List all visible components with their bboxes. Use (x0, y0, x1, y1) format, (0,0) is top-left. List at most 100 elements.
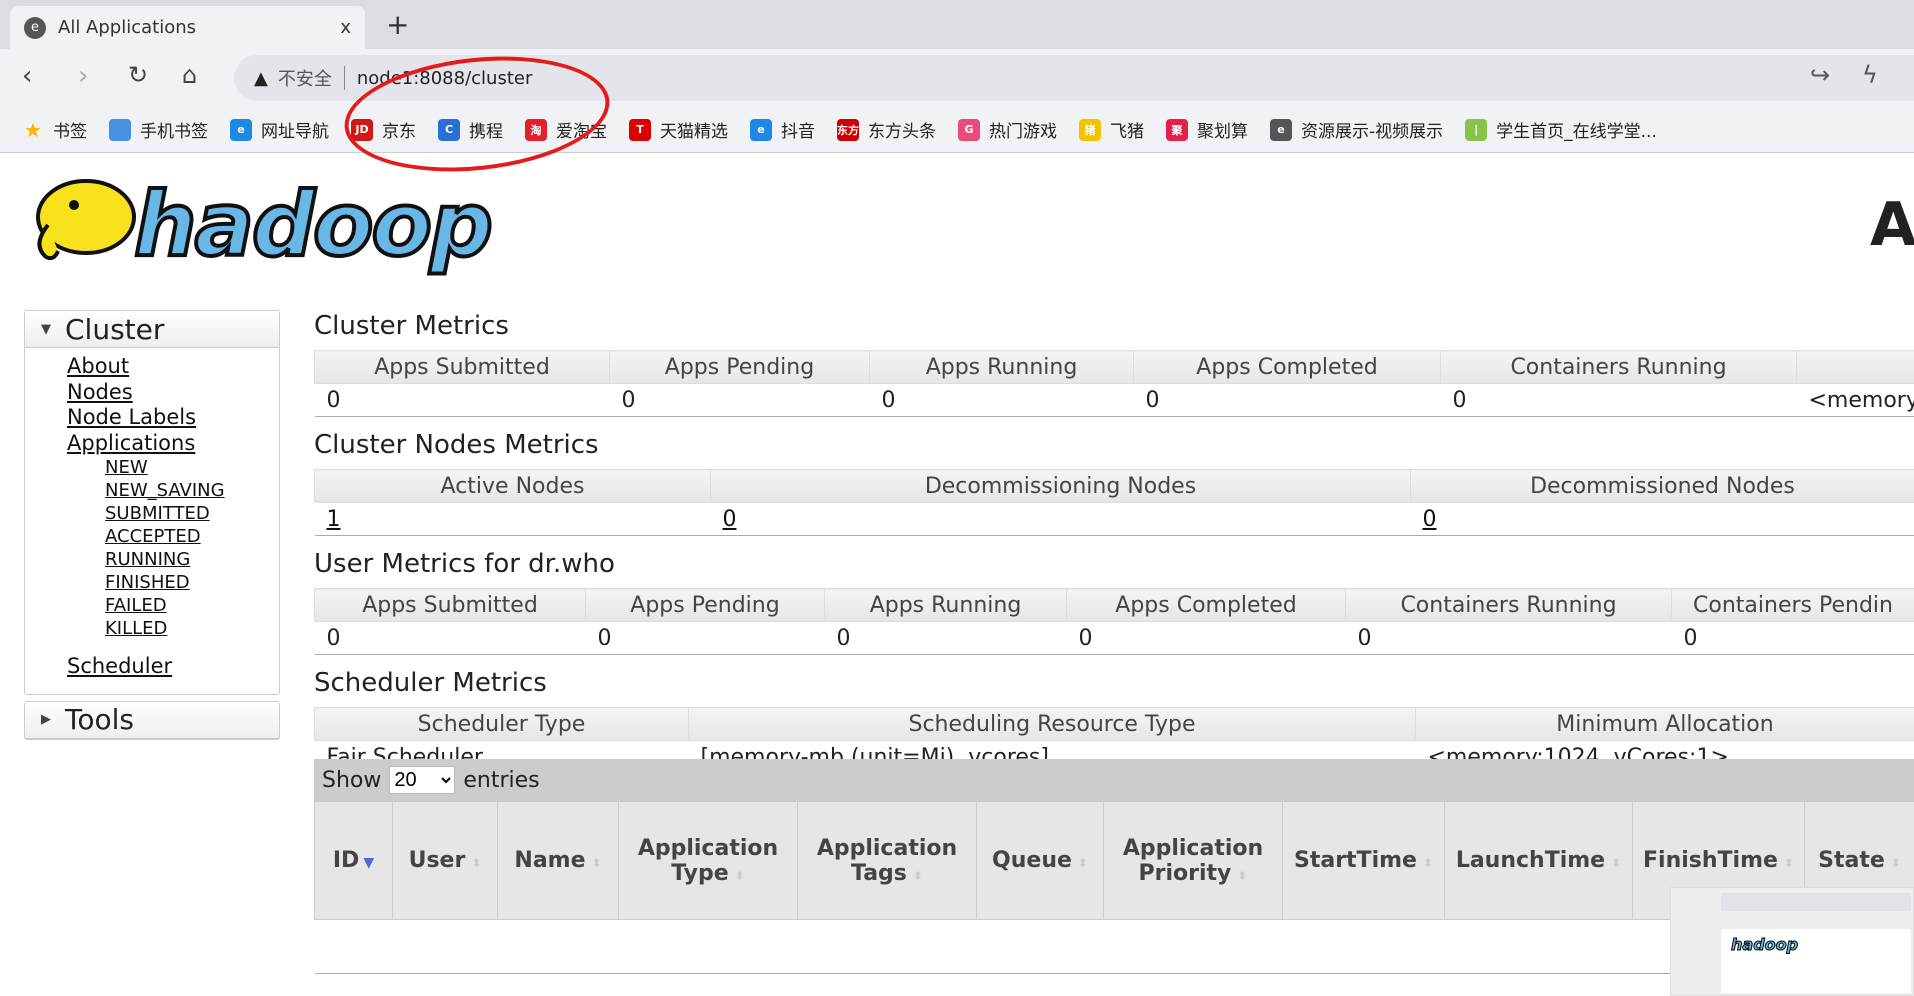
value-row: 1 0 0 (314, 502, 1914, 536)
column-header: Containers Running (1440, 350, 1797, 384)
metrics-table: Active Nodes Decommissioning Nodes Decommi… (314, 469, 1914, 536)
sidebar-state-running[interactable]: RUNNING (105, 548, 279, 571)
empty-cell (1103, 919, 1283, 974)
column-header: Containers Pendin (1671, 588, 1914, 622)
column-header: Apps Running (869, 350, 1134, 384)
new-tab-button[interactable]: + (386, 8, 409, 41)
thumbnail-logo: hadoop (1731, 935, 1799, 955)
column-header-starttime[interactable]: StartTime ⬍ (1282, 801, 1445, 920)
share-icon[interactable]: ↪ (1810, 61, 1830, 89)
reload-icon[interactable]: ↻ (128, 61, 148, 89)
header-row: Active Nodes Decommissioning Nodes Decommi… (314, 469, 1914, 503)
sidebar-state-killed[interactable]: KILLED (105, 617, 279, 640)
bookmark-item[interactable]: 猪飞猪 (1079, 117, 1144, 142)
sidebar-link-applications[interactable]: Applications (67, 431, 279, 457)
bookmark-item[interactable]: 聚聚划算 (1166, 117, 1248, 142)
column-header: Decommissioned Nodes (1410, 469, 1914, 503)
column-header-queue[interactable]: Queue ⬍ (976, 801, 1104, 920)
column-header-application-tags[interactable]: Application Tags ⬍ (797, 801, 977, 920)
column-label: StartTime (1293, 848, 1417, 873)
sort-icon: ⬍ (471, 856, 482, 870)
section-title: Scheduler Metrics (314, 668, 547, 698)
screenshot-thumbnail[interactable]: hadoop (1670, 887, 1914, 996)
sidebar-state-finished[interactable]: FINISHED (105, 571, 279, 594)
bookmark-label: 资源展示-视频展示 (1301, 122, 1444, 142)
column-header: Apps Completed (1133, 350, 1441, 384)
bookmark-item[interactable]: e 抖音 (750, 117, 815, 142)
bookmark-item[interactable]: C 携程 (438, 117, 503, 142)
bookmark-item[interactable]: 淘爱淘宝 (525, 117, 607, 142)
sidebar-link-scheduler[interactable]: Scheduler (67, 654, 279, 680)
expanded-triangle-icon: ▼ (41, 321, 51, 337)
column-header-user[interactable]: User ⬍ (392, 801, 498, 920)
sidebar-state-submitted[interactable]: SUBMITTED (105, 502, 279, 525)
metric-value: 0 (1345, 621, 1672, 655)
forward-icon[interactable]: › (78, 61, 88, 91)
column-label: Application Tags (816, 835, 958, 886)
sort-icon: ⬍ (1890, 856, 1901, 870)
metric-value: 0 (710, 502, 1411, 536)
bookmark-item[interactable]: T 天猫精选 (629, 117, 728, 142)
sidebar-state-new[interactable]: NEW (105, 456, 279, 479)
column-header-application-type[interactable]: Application Type ⬍ (618, 801, 798, 920)
bookmark-label: 天猫精选 (660, 122, 728, 142)
sidebar-state-failed[interactable]: FAILED (105, 594, 279, 617)
bookmark-label: 学生首页_在线学堂... (1496, 122, 1657, 142)
home-icon[interactable]: ⌂ (182, 61, 197, 89)
url-input[interactable]: ▲ 不安全 node1:8088/cluster (234, 55, 1914, 101)
sort-icon: ⬍ (591, 856, 602, 870)
bookmark-icon: 淘 (525, 118, 547, 141)
bookmark-label: 飞猪 (1110, 122, 1144, 142)
metric-value: 0 (1671, 621, 1914, 655)
column-header-name[interactable]: Name ⬍ (497, 801, 619, 920)
sidebar-state-accepted[interactable]: ACCEPTED (105, 525, 279, 548)
bookmark-label: 聚划算 (1197, 122, 1248, 142)
divider (343, 66, 345, 90)
bookmark-icon: e (230, 118, 252, 141)
bookmark-label: 热门游戏 (989, 122, 1057, 142)
tab-all-applications[interactable]: e All Applications x (10, 6, 365, 49)
back-icon[interactable]: ‹ (22, 61, 32, 91)
metric-value: 0 (869, 383, 1134, 417)
sidebar-link-nodes[interactable]: Nodes (67, 380, 279, 406)
bookmark-item[interactable]: | 学生首页_在线学堂... (1465, 117, 1657, 142)
bookmark-label: 书签 (53, 122, 87, 142)
metric-link[interactable]: 1 (327, 507, 341, 532)
sidebar-link-node-labels[interactable]: Node Labels (67, 405, 279, 431)
bookmark-icon: 聚 (1166, 118, 1188, 141)
column-header-application-priority[interactable]: Application Priority ⬍ (1103, 801, 1283, 920)
bookmark-item[interactable]: 手机书签 (109, 117, 208, 142)
metric-link[interactable]: 0 (723, 507, 737, 532)
metric-value: 0 (609, 383, 870, 417)
lightning-icon[interactable]: ϟ (1862, 61, 1878, 89)
metric-link[interactable]: 0 (1423, 507, 1437, 532)
bookmark-item[interactable]: G 热门游戏 (958, 117, 1057, 142)
bookmark-label: 网址导航 (261, 122, 329, 142)
bookmark-item[interactable]: 东方 东方头条 (837, 117, 936, 142)
cluster-menu-header[interactable]: ▼ Cluster (25, 311, 279, 348)
metric-value: 0 (1133, 383, 1441, 417)
cluster-menu: ▼ Cluster About Nodes Node Labels Applicatio… (24, 310, 280, 695)
collapsed-triangle-icon: ▶ (41, 712, 51, 727)
tools-menu-header[interactable]: ▶ Tools (25, 701, 279, 739)
page-favicon-icon: e (24, 16, 46, 39)
sidebar-state-new_saving[interactable]: NEW_SAVING (105, 479, 279, 502)
sidebar-link-about[interactable]: About (67, 354, 279, 380)
sort-icon: ⬍ (734, 868, 745, 883)
page-size-select[interactable]: 20 (389, 766, 456, 794)
bookmark-item[interactable]: e 网址导航 (230, 117, 329, 142)
column-header-id[interactable]: ID ▼ (314, 801, 393, 920)
column-header: Apps Completed (1066, 588, 1346, 622)
bookmark-icon: e (1270, 118, 1292, 141)
hadoop-logo[interactable]: hadoop (24, 165, 495, 278)
column-header: Decommissioning Nodes (710, 469, 1411, 503)
bookmark-item[interactable]: JD 京东 (351, 117, 416, 142)
bookmark-label: 抖音 (781, 122, 815, 142)
column-header-launchtime[interactable]: LaunchTime ⬍ (1444, 801, 1633, 920)
thumbnail-preview: hadoop (1721, 893, 1911, 993)
bookmark-item[interactable]: ★ 书签 (22, 117, 87, 143)
metric-value: 0 (824, 621, 1067, 655)
bookmark-item[interactable]: e 资源展示-视频展示 (1270, 117, 1443, 142)
close-tab-icon[interactable]: x (340, 17, 351, 38)
section-title: Cluster Nodes Metrics (314, 430, 599, 460)
